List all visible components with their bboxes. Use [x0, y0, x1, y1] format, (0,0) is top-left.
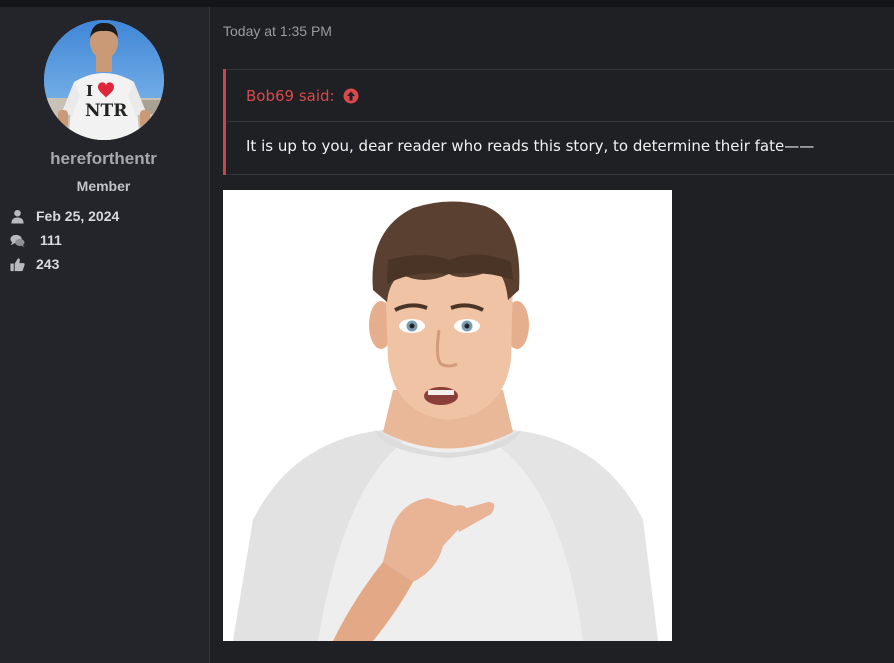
- post-image[interactable]: [223, 190, 672, 641]
- user-title: Member: [76, 178, 131, 194]
- svg-text:NTR: NTR: [85, 101, 128, 121]
- stat-messages-value[interactable]: 111: [40, 232, 62, 248]
- arrow-up-circle-icon[interactable]: [343, 88, 359, 104]
- quote-header: Bob69 said:: [226, 69, 894, 122]
- user-avatar[interactable]: I NTR: [44, 20, 164, 140]
- teen-pointing-at-self-image-icon: [223, 190, 672, 641]
- message-content: Today at 1:35 PM Bob69 said: It is up to…: [211, 7, 894, 663]
- stat-joined-value: Feb 25, 2024: [36, 208, 120, 224]
- stat-reactions: 243: [10, 255, 59, 273]
- thumbs-up-icon: [10, 257, 25, 271]
- stat-joined: Feb 25, 2024: [10, 207, 119, 225]
- quote-text: It is up to you, dear reader who reads t…: [226, 122, 894, 175]
- stat-reactions-value: 243: [36, 256, 60, 272]
- user-icon: [11, 209, 24, 224]
- comments-icon: [10, 234, 25, 247]
- quote-author[interactable]: Bob69 said:: [246, 87, 335, 105]
- top-bar: [0, 0, 894, 7]
- username[interactable]: hereforthentr: [0, 149, 207, 169]
- quote-block: Bob69 said: It is up to you, dear reader…: [223, 69, 894, 175]
- post-timestamp[interactable]: Today at 1:35 PM: [223, 23, 332, 39]
- stat-messages: 111: [10, 231, 62, 249]
- svg-text:I: I: [86, 82, 93, 100]
- message-user-sidebar: I NTR hereforthentr Member Feb 25, 2024 …: [0, 7, 210, 663]
- avatar-photo-icon: I NTR: [44, 20, 164, 140]
